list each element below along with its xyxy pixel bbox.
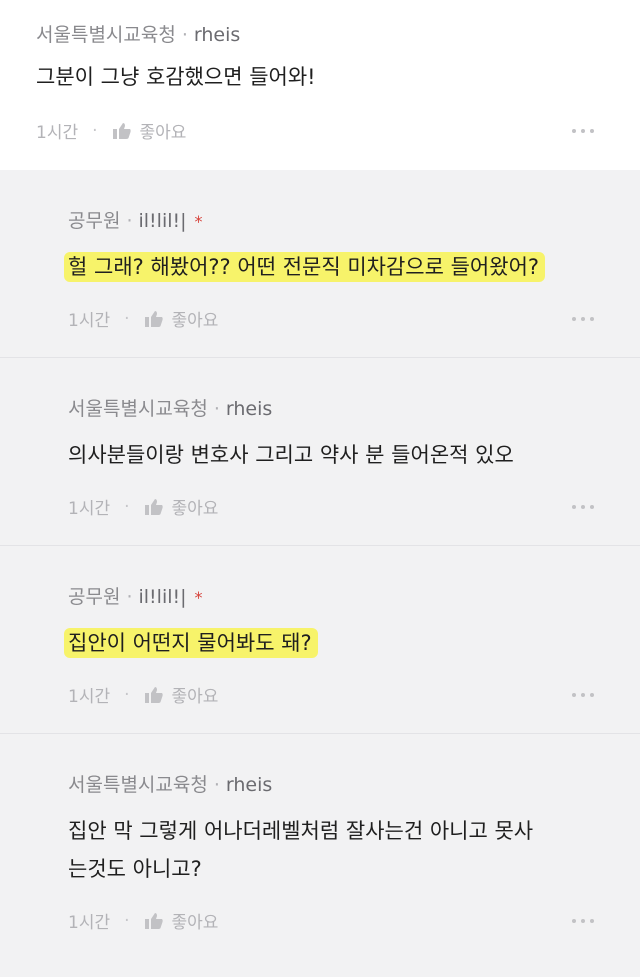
more-dot [581,693,585,697]
timestamp: 1시간 [68,687,111,707]
reply-item: 서울특별시교육청 · rheis 집안 막 그렇게 어나더레벨처럼 잘사는건 아니고… [0,734,640,974]
author-name[interactable]: 서울특별시교육청 [36,24,176,46]
thumbs-up-icon [144,498,163,515]
like-button[interactable]: 좋아요 [144,306,219,331]
reply-meta: 서울특별시교육청 · rheis [68,394,272,421]
meta-separator: · [126,586,133,608]
more-dots-icon [572,505,576,509]
reply-meta: 공무원 · il!lil!| * [68,206,203,233]
reply-footer: 1시간 · 좋아요 [68,306,219,332]
meta-separator: · [126,210,133,232]
thumbs-up-icon [144,310,163,327]
reply-text-line-2: 는것도 아니고? [68,857,202,881]
author-name[interactable]: 공무원 [68,210,120,232]
reply-text: 헐 그래? 해봤어?? 어떤 전문직 미차감으로 들어왔어? [64,252,546,282]
reply-meta: 서울특별시교육청 · rheis [68,770,272,797]
more-options-button[interactable] [572,505,594,509]
reply-footer: 1시간 · 좋아요 [68,682,219,708]
author-name[interactable]: 공무원 [68,586,120,608]
reply-text-wrap: 집안이 어떤지 물어봐도 돼? [64,624,318,662]
reply-item: 공무원 · il!lil!| * 헐 그래? 해봤어?? 어떤 전문직 미차감으로 들… [0,170,640,358]
more-dot [581,317,585,321]
like-label: 좋아요 [139,123,187,143]
more-dot [590,919,594,923]
thumbs-up-icon [144,686,163,703]
user-id[interactable]: rheis [226,774,272,796]
reply-text-wrap: 헐 그래? 해봤어?? 어떤 전문직 미차감으로 들어왔어? [64,248,546,286]
comment-text: 그분이 그냥 호감했으면 들어와! [36,65,316,89]
like-label: 좋아요 [171,311,219,331]
reply-footer: 1시간 · 좋아요 [68,908,219,934]
like-label: 좋아요 [171,499,219,519]
reply-text-line-1: 집안 막 그렇게 어나더레벨처럼 잘사는건 아니고 못사 [68,819,534,843]
meta-separator: · [213,774,220,796]
more-dot [581,919,585,923]
thumbs-up-icon [144,912,163,929]
timestamp: 1시간 [68,913,111,933]
reply-item: 서울특별시교육청 · rheis 의사분들이랑 변호사 그리고 약사 분 들어온적 … [0,358,640,546]
more-dots-icon [572,919,576,923]
like-label: 좋아요 [171,687,219,707]
more-dots-icon [572,317,576,321]
user-id[interactable]: il!lil!| [139,586,187,608]
author-star-mark: * [194,212,203,231]
reply-text: 집안이 어떤지 물어봐도 돼? [64,628,318,658]
more-dot [581,129,585,133]
author-name[interactable]: 서울특별시교육청 [68,774,208,796]
more-dots-icon [572,693,576,697]
user-id[interactable]: il!lil!| [139,210,187,232]
comment-footer: 1시간 · 좋아요 [36,118,187,144]
timestamp: 1시간 [68,499,111,519]
like-button[interactable]: 좋아요 [144,494,219,519]
comment-top: 서울특별시교육청 · rheis 그분이 그냥 호감했으면 들어와! 1시간 · 좋… [0,0,640,170]
more-dots-icon [572,129,576,133]
more-dot [590,317,594,321]
like-button[interactable]: 좋아요 [144,682,219,707]
footer-separator: · [124,308,130,329]
more-dot [590,693,594,697]
timestamp: 1시간 [68,311,111,331]
more-options-button[interactable] [572,317,594,321]
reply-item: 공무원 · il!lil!| * 집안이 어떤지 물어봐도 돼? 1시간 · 좋아요 [0,546,640,734]
more-dot [581,505,585,509]
author-star-mark: * [194,588,203,607]
footer-separator: · [124,684,130,705]
user-id[interactable]: rheis [226,398,272,420]
footer-separator: · [124,496,130,517]
more-dot [590,505,594,509]
like-label: 좋아요 [171,913,219,933]
reply-footer: 1시간 · 좋아요 [68,494,219,520]
timestamp: 1시간 [36,123,79,143]
comment-meta: 서울특별시교육청 · rheis [36,20,240,47]
like-button[interactable]: 좋아요 [112,118,187,143]
more-options-button[interactable] [572,693,594,697]
footer-separator: · [92,120,98,141]
footer-separator: · [124,910,130,931]
more-options-button[interactable] [572,129,594,133]
more-dot [590,129,594,133]
like-button[interactable]: 좋아요 [144,908,219,933]
user-id[interactable]: rheis [194,24,240,46]
meta-separator: · [213,398,220,420]
reply-meta: 공무원 · il!lil!| * [68,582,203,609]
meta-separator: · [181,24,188,46]
author-name[interactable]: 서울특별시교육청 [68,398,208,420]
more-options-button[interactable] [572,919,594,923]
thumbs-up-icon [112,122,131,139]
reply-text: 의사분들이랑 변호사 그리고 약사 분 들어온적 있오 [68,443,514,467]
